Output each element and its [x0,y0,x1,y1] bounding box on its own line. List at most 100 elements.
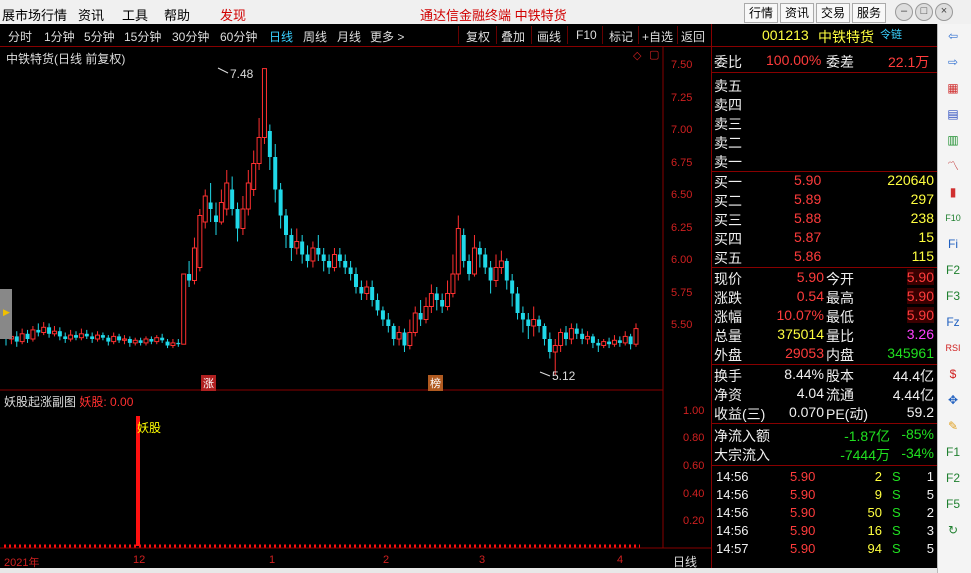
candle [121,335,127,345]
trade-count: 5 [926,541,934,556]
info-label: 流通 [826,387,854,403]
trade-time: 14:56 [716,505,749,520]
date-label: 4 [617,554,624,566]
candle [370,280,375,307]
sell-label: 卖一 [714,154,742,170]
F2-icon[interactable]: F2 [944,262,962,278]
candle [440,293,445,313]
news-button[interactable]: 资讯 [780,3,815,23]
table-icon[interactable]: ▤ [944,106,962,122]
RSI-icon[interactable]: RSI [944,340,962,356]
grid-icon[interactable]: ▦ [944,80,962,96]
candle [57,327,62,341]
buy-price: 5.86 [794,248,822,264]
buy-label: 买一 [714,174,742,190]
stat-value: 0.54 [796,288,824,304]
F3-icon[interactable]: F3 [944,288,962,304]
candle [423,297,429,324]
ind-tick: 0.20 [683,515,705,527]
candle [305,245,310,268]
candle [461,228,466,268]
candle [74,331,78,341]
arrow-left-icon[interactable]: ⇦ [944,28,962,44]
maximize-button[interactable]: □ [915,3,933,21]
close-button[interactable]: × [935,3,953,21]
arrow-right-icon[interactable]: ⇨ [944,54,962,70]
trade-side: S [892,505,901,520]
stat-label: 涨幅 [714,309,742,325]
candle [187,261,192,287]
move-icon[interactable]: ✥ [944,392,962,408]
candle [224,170,230,216]
chain-link[interactable]: 令链 [880,26,902,42]
info-value: 4.04 [796,385,824,401]
candle [450,254,456,298]
F2b-icon[interactable]: F2 [944,470,962,486]
y-tick: 6.25 [671,222,693,234]
table2-icon[interactable]: ▥ [944,132,962,148]
candle [127,336,132,347]
candlestick-chart[interactable] [0,24,711,568]
candle [585,331,591,345]
info-label: PE(动) [826,406,868,422]
Fiz-icon[interactable]: Fz [944,314,962,330]
kline-panel: 分时 1分钟 5分钟 15分钟 30分钟 60分钟 日线 周线 月线 更多 > … [0,24,711,569]
trade-time: 14:56 [716,469,749,484]
candle [218,189,224,225]
menu-tools[interactable]: 工具 [122,5,148,24]
candle [19,328,25,345]
trade-price: 5.90 [790,469,816,484]
Fi-icon[interactable]: Fi [944,236,962,252]
minimize-button[interactable]: – [895,3,913,21]
candle [84,329,89,339]
candle [273,144,278,203]
candle [515,287,520,320]
candle [294,228,300,255]
candle [471,235,477,277]
candle [498,250,504,274]
candles-icon[interactable]: ▮ [944,184,962,200]
quote-button[interactable]: 行情 [744,3,779,23]
stat-value: 10.07% [776,307,824,323]
menu-discover[interactable]: 发现 [220,5,246,24]
divider [712,72,938,73]
date-label: 12 [133,554,146,566]
trade-button[interactable]: 交易 [816,3,851,23]
divider [712,364,938,365]
menu-news[interactable]: 资讯 [78,5,104,24]
y-tick: 6.00 [671,254,693,266]
candle [310,241,316,268]
collapse-handle[interactable]: ▶ [0,289,12,339]
weibi-value: 100.00% [766,52,822,68]
date-label: 3 [479,554,486,566]
F10-icon[interactable]: F10 [944,210,962,226]
candle [391,323,396,346]
candle [256,118,262,170]
menu-market[interactable]: 展市场行情 [2,5,67,24]
refresh-icon[interactable]: ↻ [944,522,962,538]
candle [95,331,101,342]
weicha-value: 22.1万 [888,54,930,70]
candle [418,300,423,326]
candle [331,248,337,272]
flow-label: 净流入额 [714,428,770,444]
stat-row: 总量 375014 量比 3.26 [712,326,938,345]
chart-icon[interactable]: 〽 [944,158,962,174]
F1-icon[interactable]: F1 [944,444,962,460]
candle [278,183,283,229]
high-pointer [217,67,229,74]
candle [343,254,348,274]
flow-row: 大宗流入 -7444万 -34% [712,445,938,464]
stat-row: 涨幅 10.07% 最低 5.90 [712,307,938,326]
buy-price: 5.89 [794,191,822,207]
candle [520,306,525,333]
dollar-icon[interactable]: $ [944,366,962,382]
sell-label: 卖四 [714,97,742,113]
stat-label: 总量 [714,328,742,344]
stat-label: 最低 [826,309,854,325]
pencil-icon[interactable]: ✎ [944,418,962,434]
menu-help[interactable]: 帮助 [164,5,190,24]
F5-icon[interactable]: F5 [944,496,962,512]
candle [354,267,358,294]
service-button[interactable]: 服务 [852,3,887,23]
